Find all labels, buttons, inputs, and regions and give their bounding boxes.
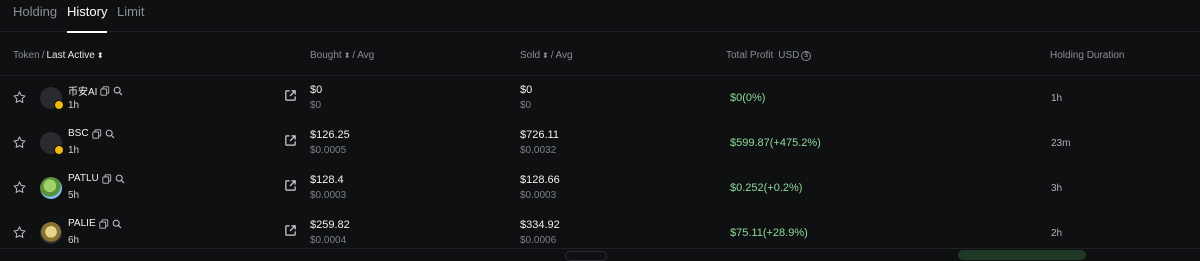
table-row[interactable]: BSC 1h $126.25 $0.0005 $726.11 $0.0032 $… — [0, 120, 1200, 166]
header-sold[interactable]: Sold — [520, 50, 540, 61]
header-separator: / — [352, 50, 356, 61]
external-link-icon[interactable] — [284, 224, 297, 237]
token-avatar — [40, 222, 62, 244]
bought-amount: $126.25 — [310, 129, 350, 141]
chain-badge-icon — [54, 145, 64, 155]
header-duration-col: Holding Duration — [1050, 50, 1125, 61]
holding-duration-value: 1h — [1051, 93, 1063, 104]
header-holding-duration: Holding Duration — [1050, 50, 1125, 61]
token-name[interactable]: 币安AI — [68, 83, 97, 98]
copy-icon[interactable] — [91, 128, 102, 139]
sold-amount: $128.66 — [520, 174, 560, 186]
sold-amount: $334.92 — [520, 219, 560, 231]
total-profit-value: $0(0%) — [730, 92, 766, 104]
copy-icon[interactable] — [100, 85, 110, 96]
tab-limit[interactable]: Limit — [117, 4, 144, 31]
token-name-cell: BSC — [68, 128, 115, 139]
token-avatar — [40, 177, 62, 199]
bought-avg-price: $0 — [310, 100, 322, 111]
header-bought-avg: Avg — [357, 50, 375, 61]
last-active-age: 6h — [68, 235, 80, 246]
header-currency: USD — [778, 50, 800, 61]
chain-badge-icon — [54, 100, 64, 110]
header-profit-col: Total Profit USD $ — [726, 50, 812, 61]
token-avatar — [40, 87, 64, 110]
header-bought-col: Bought ⬍ / Avg — [310, 50, 374, 61]
token-avatar — [40, 132, 64, 155]
header-separator: / — [41, 50, 45, 61]
bought-avg-price: $0.0005 — [310, 145, 347, 156]
header-separator: / — [550, 50, 554, 61]
search-icon[interactable] — [112, 219, 122, 229]
total-profit-value: $0.252(+0.2%) — [730, 182, 803, 194]
token-name-cell: 币安AI — [68, 83, 123, 98]
sold-amount: $0 — [520, 84, 533, 96]
header-total-profit[interactable]: Total Profit — [726, 50, 773, 61]
copy-icon[interactable] — [102, 173, 112, 184]
header-last-active[interactable]: Last Active — [46, 50, 94, 61]
holding-duration-value: 23m — [1051, 138, 1071, 149]
sold-avg-price: $0 — [520, 100, 532, 111]
table-row[interactable]: PATLU 5h $128.4 $0.0003 $128.66 $0.0003 … — [0, 165, 1200, 211]
sold-avg-price: $0.0006 — [520, 235, 557, 246]
currency-toggle-icon[interactable]: $ — [801, 50, 812, 61]
star-icon[interactable] — [12, 90, 27, 105]
table-row[interactable]: 币安AI 1h $0 $0 $0 $0 $0(0%) 1h — [0, 75, 1200, 121]
sort-icon[interactable]: ⬍ — [344, 51, 351, 60]
token-name-cell: PATLU — [68, 173, 125, 184]
sold-amount: $726.11 — [520, 129, 559, 141]
holding-duration-value: 3h — [1051, 183, 1063, 194]
header-token: Token — [13, 50, 40, 61]
pagination-control[interactable] — [565, 251, 607, 261]
search-icon[interactable] — [113, 86, 123, 96]
last-active-age: 5h — [68, 190, 80, 201]
bought-avg-price: $0.0004 — [310, 235, 347, 246]
bought-amount: $128.4 — [310, 174, 344, 186]
star-icon[interactable] — [12, 135, 27, 150]
sold-avg-price: $0.0003 — [520, 190, 557, 201]
copy-icon[interactable] — [99, 218, 109, 229]
external-link-icon[interactable] — [284, 179, 297, 192]
bought-amount: $0 — [310, 84, 323, 96]
table-header: Token / Last Active ⬍ Bought ⬍ / Avg Sol… — [0, 32, 1200, 76]
tab-history[interactable]: History — [67, 4, 108, 33]
total-profit-value: $599.87(+475.2%) — [730, 137, 821, 149]
search-icon[interactable] — [115, 174, 125, 184]
holding-duration-value: 2h — [1051, 228, 1063, 239]
header-sold-col: Sold ⬍ / Avg — [520, 50, 573, 61]
bought-avg-price: $0.0003 — [310, 190, 347, 201]
star-icon[interactable] — [12, 225, 27, 240]
sort-icon[interactable]: ⬍ — [542, 51, 549, 60]
header-token-col: Token / Last Active ⬍ — [13, 50, 104, 61]
tab-holding[interactable]: Holding — [13, 4, 57, 31]
total-profit-value: $75.11(+28.9%) — [730, 227, 808, 239]
bought-amount: $259.82 — [310, 219, 350, 231]
last-active-age: 1h — [68, 145, 80, 156]
external-link-icon[interactable] — [284, 134, 297, 147]
external-link-icon[interactable] — [284, 89, 297, 102]
action-button[interactable] — [958, 250, 1086, 260]
sold-avg-price: $0.0032 — [520, 145, 557, 156]
header-bought[interactable]: Bought — [310, 50, 342, 61]
last-active-age: 1h — [68, 100, 80, 111]
search-icon[interactable] — [105, 129, 115, 139]
token-name-cell: PALIE — [68, 218, 122, 229]
token-name[interactable]: BSC — [68, 128, 89, 139]
tab-bar: Holding History Limit — [0, 0, 1200, 33]
header-sold-avg: Avg — [555, 50, 573, 61]
token-name[interactable]: PATLU — [68, 173, 99, 184]
token-name[interactable]: PALIE — [68, 218, 96, 229]
star-icon[interactable] — [12, 180, 27, 195]
sort-desc-icon[interactable]: ⬍ — [97, 51, 104, 60]
